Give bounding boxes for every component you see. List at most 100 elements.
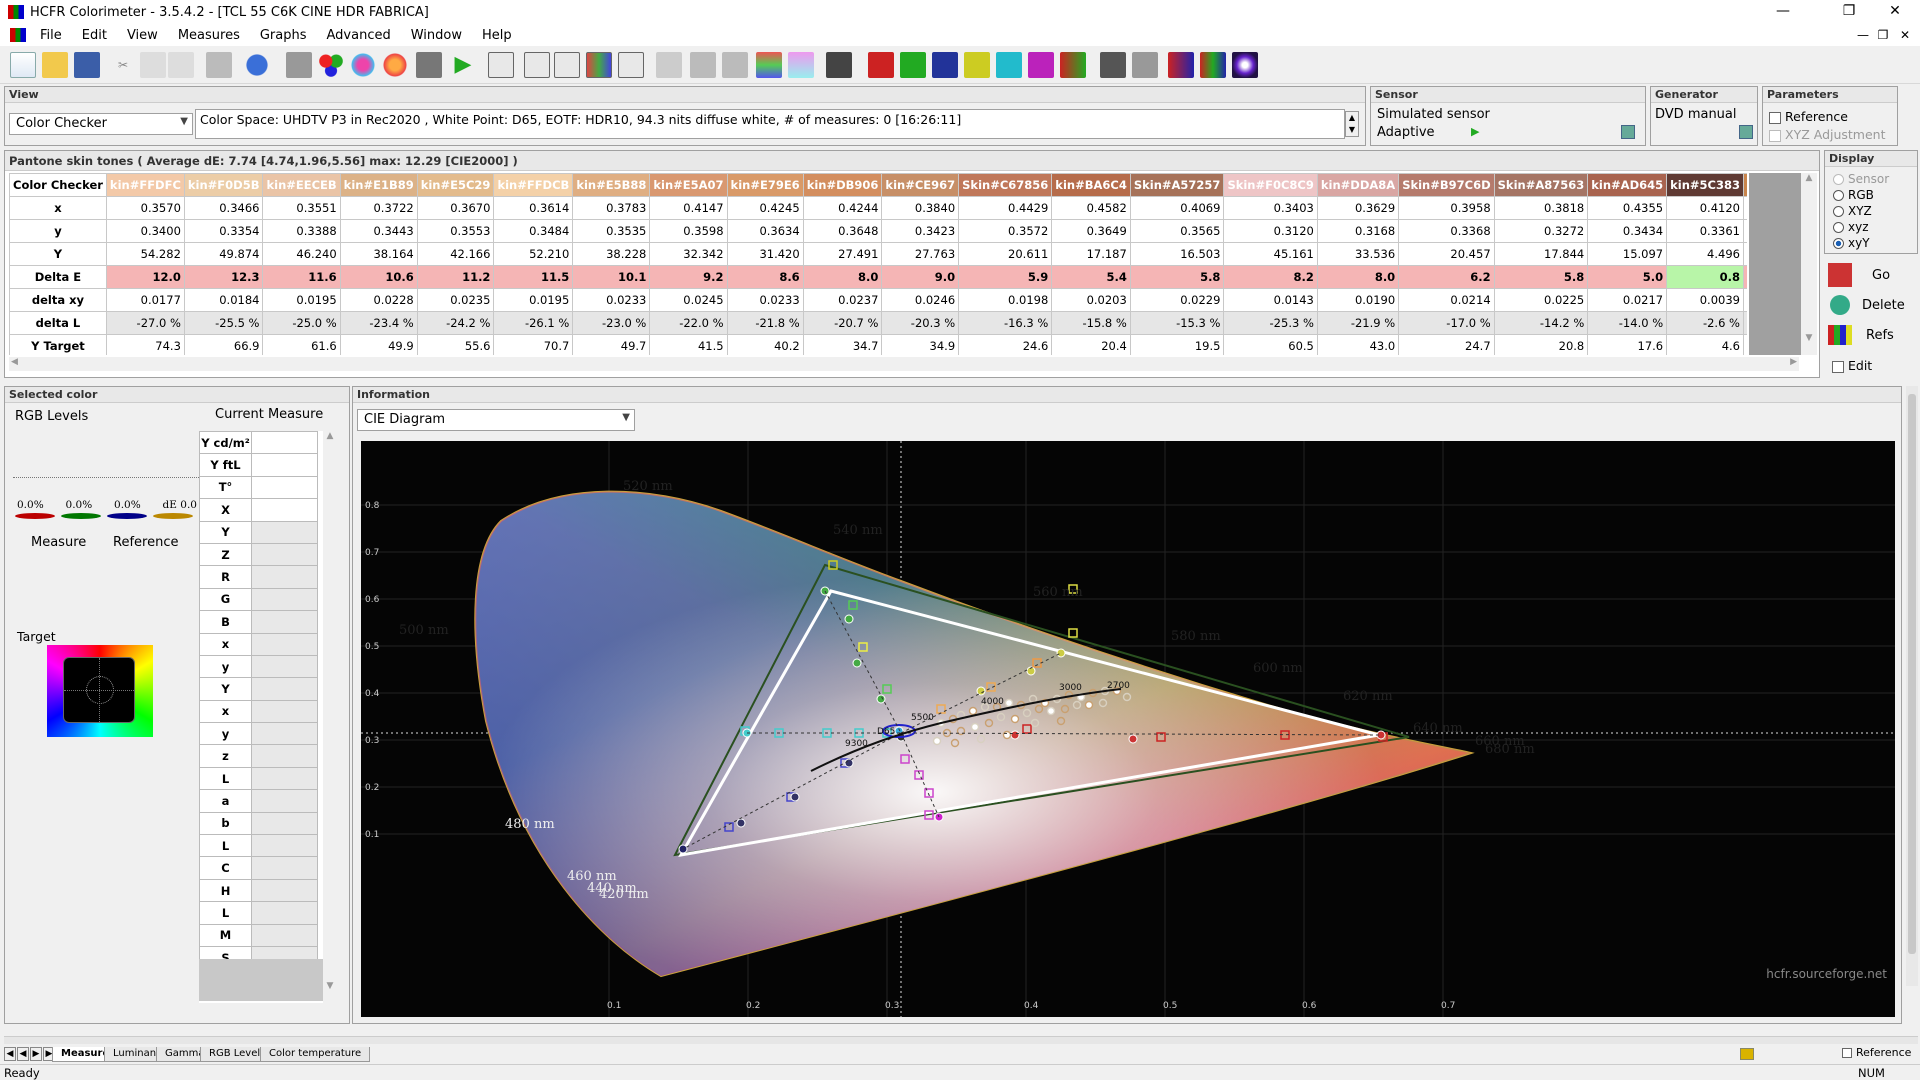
grid-cell[interactable]: 5.9: [958, 265, 1053, 289]
grid-cell[interactable]: 0.3484: [493, 219, 574, 243]
grid-cell[interactable]: 0.3958: [1398, 196, 1495, 220]
grid-cell[interactable]: 52.210: [493, 242, 574, 266]
menu-view[interactable]: View: [117, 28, 168, 43]
grid-col-header[interactable]: Skin#A57257: [1129, 173, 1225, 197]
grid-cell[interactable]: 0.3361: [1666, 219, 1744, 243]
grid-cell[interactable]: 0.3648: [802, 219, 883, 243]
grid-cell[interactable]: 0.0177: [105, 288, 185, 312]
grid-cell[interactable]: 38.164: [339, 242, 418, 266]
grid-cell[interactable]: 0.4069: [1129, 196, 1225, 220]
grid-cell[interactable]: -20.7 %: [802, 311, 883, 335]
grid-cell[interactable]: 24.7: [1398, 334, 1495, 355]
grid-cell[interactable]: 40.2: [726, 334, 804, 355]
grid-cell[interactable]: 4.6: [1666, 334, 1744, 355]
view-combo[interactable]: Color Checker ▼: [9, 113, 193, 135]
play-icon[interactable]: ▶: [450, 52, 476, 78]
grid-cell[interactable]: 0.3466: [183, 196, 264, 220]
grid-col-header[interactable]: kin#E1B89: [339, 173, 418, 197]
grid-cell[interactable]: 0.3570: [105, 196, 185, 220]
grid-cell[interactable]: 11.2: [416, 265, 495, 289]
graph-gamma-icon[interactable]: [524, 52, 550, 78]
grid-cell[interactable]: -21.8 %: [726, 311, 804, 335]
grid-cell[interactable]: 0.3572: [958, 219, 1053, 243]
grid-cell[interactable]: 19.5: [1129, 334, 1225, 355]
go-button[interactable]: Go: [1828, 262, 1918, 288]
grid-cell[interactable]: 34.9: [881, 334, 960, 355]
yellow-sat-icon[interactable]: [964, 52, 990, 78]
grid-cell[interactable]: 15.097: [1587, 242, 1668, 266]
menu-help[interactable]: Help: [472, 28, 522, 43]
mdi-minimize-icon[interactable]: —: [1854, 24, 1872, 46]
close-button[interactable]: ✕: [1872, 0, 1918, 24]
grid-cell[interactable]: 43.0: [1316, 334, 1400, 355]
grid-cell[interactable]: 66.9: [183, 334, 264, 355]
grid-col-header[interactable]: kin#DB906: [802, 173, 883, 197]
grid-cell[interactable]: 45.161: [1223, 242, 1318, 266]
grid-cell[interactable]: -2.6 %: [1666, 311, 1744, 335]
grid-cell[interactable]: 49.874: [183, 242, 264, 266]
right-scrollbar[interactable]: [1906, 386, 1918, 986]
sensor-play-icon[interactable]: ▶: [1471, 125, 1479, 138]
grid-cell[interactable]: 8.0: [1316, 265, 1400, 289]
grid-cell[interactable]: 12.3: [183, 265, 264, 289]
grid-col-header[interactable]: Skin#A87563: [1493, 173, 1589, 197]
menu-window[interactable]: Window: [401, 28, 472, 43]
grid-cell[interactable]: 0.0195: [493, 288, 574, 312]
graph-type-combo[interactable]: CIE Diagram ▼: [357, 409, 635, 431]
grid-cell[interactable]: 0.0143: [1223, 288, 1318, 312]
grid-cell[interactable]: 60.5: [1223, 334, 1318, 355]
grid-cell[interactable]: 0.4245: [726, 196, 804, 220]
menu-file[interactable]: File: [30, 28, 72, 43]
grid-cell[interactable]: -18.6 %: [1742, 311, 1747, 335]
grid-cell[interactable]: 10.1: [572, 265, 651, 289]
grid-cell[interactable]: 27.491: [802, 242, 883, 266]
display-option-xyy[interactable]: xyY: [1833, 235, 1909, 251]
graph-rgb-icon[interactable]: [554, 52, 580, 78]
grid-cell[interactable]: 0.3272: [1493, 219, 1589, 243]
grid-col-header[interactable]: kin#EECEB: [262, 173, 341, 197]
grid-cell[interactable]: 49.7: [572, 334, 651, 355]
cie-diagram[interactable]: 520 nm 540 nm 560 nm 580 nm 600 nm 620 nm 640 …: [361, 441, 1895, 1017]
grid-cell[interactable]: 34.7: [802, 334, 883, 355]
grid-cell[interactable]: 31.420: [726, 242, 804, 266]
grid-cell[interactable]: -20.3 %: [881, 311, 960, 335]
grid-cell[interactable]: 0.0245: [649, 288, 728, 312]
grid-cell[interactable]: 0.4244: [802, 196, 883, 220]
grid-cell[interactable]: 5.4: [1051, 265, 1131, 289]
grid-cell[interactable]: 17.6: [1587, 334, 1668, 355]
blue-sat-icon[interactable]: [932, 52, 958, 78]
grid-cell[interactable]: 0.0198: [958, 288, 1053, 312]
graph-luminance-icon[interactable]: [488, 52, 514, 78]
grid-cell[interactable]: 0.4530: [1742, 196, 1747, 220]
grid-col-header[interactable]: Skin#B97C6D: [1398, 173, 1495, 197]
tab-next-icon[interactable]: ▶: [30, 1047, 42, 1061]
grid-cell[interactable]: 0.4582: [1051, 196, 1131, 220]
magenta-sat-icon[interactable]: [1028, 52, 1054, 78]
camera-icon[interactable]: [416, 52, 442, 78]
grid-cell[interactable]: 38.228: [572, 242, 651, 266]
grid-col-header[interactable]: kin#E5A07: [649, 173, 728, 197]
grid-cell[interactable]: 0.3818: [1493, 196, 1589, 220]
grid-cell[interactable]: 0.4120: [1666, 196, 1744, 220]
grid-cell[interactable]: 8.2: [1223, 265, 1318, 289]
grid-col-header[interactable]: kin#5C383: [1666, 173, 1744, 197]
grid-col-header[interactable]: kin#AD645: [1587, 173, 1668, 197]
mdi-close-icon[interactable]: ✕: [1896, 24, 1914, 46]
grid-cell[interactable]: 42.166: [416, 242, 495, 266]
display-option-xyz[interactable]: XYZ: [1833, 203, 1909, 219]
cut-icon[interactable]: ✂: [110, 52, 136, 78]
rgb-measure-icon[interactable]: [318, 52, 344, 78]
info-vscroll[interactable]: [1893, 441, 1901, 1017]
grid-cell[interactable]: -22.0 %: [649, 311, 728, 335]
grid-cell[interactable]: 0.3354: [183, 219, 264, 243]
grid-col-header[interactable]: kin#BA6C4: [1051, 173, 1131, 197]
secondaries-icon[interactable]: [1200, 52, 1226, 78]
grid-cell[interactable]: 0.3388: [262, 219, 341, 243]
view-spin[interactable]: ▲ ▼: [1345, 111, 1359, 137]
grid-cell[interactable]: 0.4355: [1587, 196, 1668, 220]
grid-cell[interactable]: 0.0184: [183, 288, 264, 312]
grid-cell[interactable]: -16.3 %: [958, 311, 1053, 335]
grid-cell[interactable]: 55.6: [416, 334, 495, 355]
grid-col-header[interactable]: kin#FFDCB: [493, 173, 574, 197]
grid-cell[interactable]: 0.3400: [105, 219, 185, 243]
